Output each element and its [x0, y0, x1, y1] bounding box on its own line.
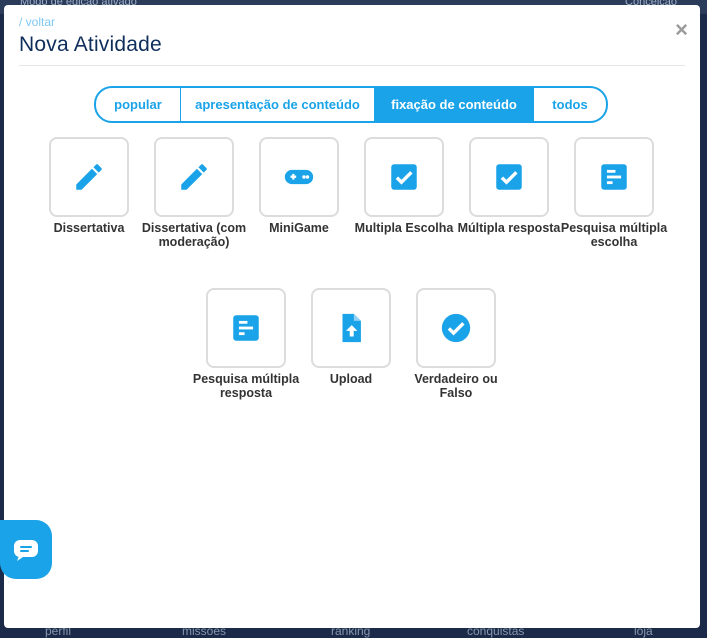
category-tabs: popular apresentação de conteúdo fixação…: [94, 86, 608, 123]
activity-tile[interactable]: [49, 137, 129, 217]
activity-label: Pesquisa múltipla escolha: [560, 221, 668, 249]
activity-tile[interactable]: [259, 137, 339, 217]
pencil-icon: [76, 164, 102, 190]
check-circle-icon: [441, 313, 471, 343]
activity-multipla-escolha[interactable]: Multipla Escolha: [355, 137, 453, 235]
pencil-icon: [181, 164, 207, 190]
activity-dissertativa-com-moderacao[interactable]: Dissertativa (com moderação): [142, 137, 246, 249]
activity-tile[interactable]: [206, 288, 286, 368]
upload-file-icon: [342, 313, 361, 343]
tab-todos[interactable]: todos: [534, 88, 606, 121]
activity-dissertativa[interactable]: Dissertativa: [49, 137, 129, 235]
activity-tile[interactable]: [416, 288, 496, 368]
activity-label: Dissertativa: [53, 221, 125, 235]
activity-tile[interactable]: [574, 137, 654, 217]
chat-bubble-icon: [14, 539, 38, 561]
activity-tile[interactable]: [311, 288, 391, 368]
activity-label: MiniGame: [269, 221, 329, 235]
close-button[interactable]: ×: [675, 19, 688, 41]
chat-button[interactable]: [0, 520, 52, 579]
activity-pesquisa-multipla-escolha[interactable]: Pesquisa múltipla escolha: [561, 137, 667, 249]
tab-apresentacao-de-conteudo[interactable]: apresentação de conteúdo: [181, 88, 375, 121]
activity-label: Múltipla resposta: [457, 221, 561, 235]
header-divider: [19, 65, 685, 66]
checkbox-icon: [391, 164, 417, 190]
gamepad-icon: [284, 169, 314, 185]
poll-icon: [233, 315, 259, 341]
activity-label: Dissertativa (com moderação): [141, 221, 247, 249]
activity-minigame[interactable]: MiniGame: [259, 137, 339, 235]
activity-upload[interactable]: Upload: [311, 288, 391, 386]
activity-label: Upload: [329, 372, 373, 386]
activity-label: Verdadeiro ou Falso: [414, 372, 498, 400]
back-link[interactable]: / voltar: [19, 15, 55, 29]
activity-tile[interactable]: [469, 137, 549, 217]
activity-multipla-resposta[interactable]: Múltipla resposta: [458, 137, 560, 235]
activity-tile[interactable]: [154, 137, 234, 217]
activity-label: Pesquisa múltipla resposta: [192, 372, 300, 400]
modal-title: Nova Atividade: [19, 33, 162, 56]
activity-tile[interactable]: [364, 137, 444, 217]
activity-pesquisa-multipla-resposta[interactable]: Pesquisa múltipla resposta: [193, 288, 299, 400]
activity-label: Multipla Escolha: [354, 221, 454, 235]
activity-verdadeiro-ou-falso[interactable]: Verdadeiro ou Falso: [414, 288, 498, 400]
new-activity-modal: / voltar Nova Atividade × popular aprese…: [4, 5, 700, 628]
poll-icon: [601, 164, 627, 190]
tab-popular[interactable]: popular: [96, 88, 181, 121]
tab-fixacao-de-conteudo[interactable]: fixação de conteúdo: [375, 88, 534, 121]
checkbox-icon: [496, 164, 522, 190]
